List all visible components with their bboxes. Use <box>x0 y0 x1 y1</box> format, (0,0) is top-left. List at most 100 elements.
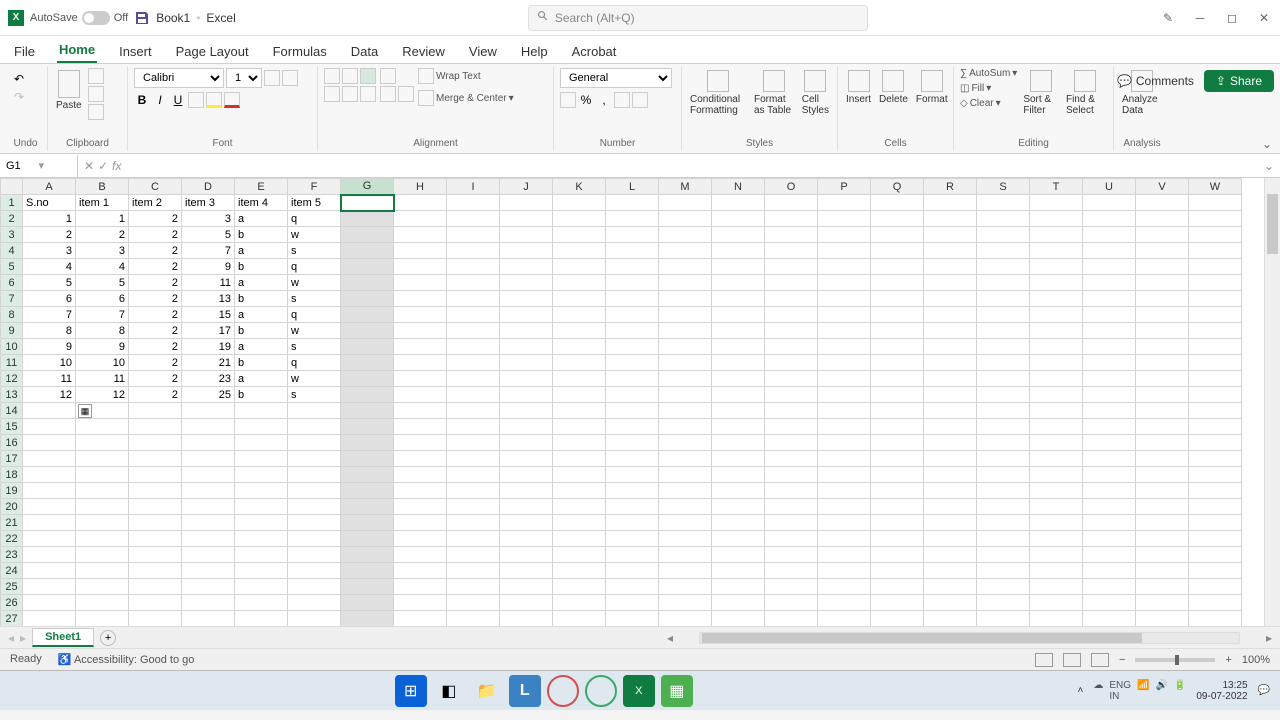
cell[interactable] <box>871 531 924 547</box>
cell[interactable] <box>871 563 924 579</box>
cell[interactable] <box>182 435 235 451</box>
cell[interactable]: q <box>288 355 341 371</box>
cell[interactable] <box>871 419 924 435</box>
cell[interactable] <box>1030 467 1083 483</box>
cell[interactable] <box>1083 371 1136 387</box>
cell[interactable] <box>659 195 712 211</box>
cell[interactable] <box>341 371 394 387</box>
normal-view-button[interactable] <box>1035 653 1053 667</box>
cell[interactable] <box>1189 211 1242 227</box>
cell[interactable] <box>818 227 871 243</box>
cell[interactable] <box>447 275 500 291</box>
cell[interactable] <box>500 403 553 419</box>
enter-formula-icon[interactable]: ✓ <box>98 159 108 173</box>
cell[interactable] <box>818 371 871 387</box>
row-header[interactable]: 25 <box>1 579 23 595</box>
cell[interactable]: 2 <box>129 275 182 291</box>
cell[interactable]: 4 <box>23 259 76 275</box>
cell[interactable] <box>553 595 606 611</box>
cell[interactable] <box>394 515 447 531</box>
cell[interactable] <box>924 371 977 387</box>
cell[interactable] <box>659 531 712 547</box>
cell[interactable]: 13 <box>182 291 235 307</box>
cell[interactable] <box>1136 323 1189 339</box>
cell[interactable] <box>394 243 447 259</box>
cell[interactable]: 2 <box>76 227 129 243</box>
cell[interactable] <box>235 531 288 547</box>
sheet-nav-next-icon[interactable]: ▸ <box>20 631 26 645</box>
cell[interactable] <box>1083 323 1136 339</box>
cell[interactable] <box>871 195 924 211</box>
wifi-icon[interactable]: 📶 <box>1137 680 1149 702</box>
cell[interactable] <box>553 563 606 579</box>
cell[interactable] <box>341 403 394 419</box>
cell[interactable] <box>76 595 129 611</box>
column-header[interactable]: I <box>447 179 500 195</box>
cell[interactable] <box>871 243 924 259</box>
cell[interactable] <box>765 371 818 387</box>
cell[interactable]: b <box>235 387 288 403</box>
cell[interactable] <box>977 259 1030 275</box>
cell[interactable] <box>765 259 818 275</box>
cell[interactable] <box>818 339 871 355</box>
cell[interactable] <box>129 467 182 483</box>
cell[interactable] <box>977 531 1030 547</box>
find-select-button[interactable]: Find & Select <box>1064 68 1107 118</box>
align-center-icon[interactable] <box>342 86 358 102</box>
cell[interactable]: s <box>288 291 341 307</box>
column-header[interactable]: O <box>765 179 818 195</box>
cell[interactable] <box>1030 435 1083 451</box>
font-name-select[interactable]: Calibri <box>134 68 224 88</box>
cell[interactable] <box>394 227 447 243</box>
cell[interactable] <box>1030 307 1083 323</box>
cell[interactable] <box>447 451 500 467</box>
cell[interactable] <box>977 387 1030 403</box>
cell[interactable]: 10 <box>23 355 76 371</box>
cell[interactable] <box>977 339 1030 355</box>
cell[interactable] <box>1083 515 1136 531</box>
cell[interactable] <box>341 243 394 259</box>
cell[interactable]: a <box>235 371 288 387</box>
cell[interactable] <box>76 483 129 499</box>
clock[interactable]: 13:25 09-07-2022 <box>1196 680 1247 702</box>
cell[interactable] <box>1030 595 1083 611</box>
cell[interactable] <box>871 227 924 243</box>
cell[interactable] <box>1083 563 1136 579</box>
cell[interactable] <box>500 195 553 211</box>
cell[interactable] <box>606 467 659 483</box>
cell[interactable] <box>341 355 394 371</box>
cell[interactable] <box>76 499 129 515</box>
row-header[interactable]: 19 <box>1 483 23 499</box>
cell[interactable] <box>765 275 818 291</box>
cell[interactable] <box>1189 275 1242 291</box>
cell[interactable] <box>235 419 288 435</box>
row-header[interactable]: 11 <box>1 355 23 371</box>
cell[interactable] <box>447 211 500 227</box>
cell[interactable] <box>1136 483 1189 499</box>
cell[interactable] <box>659 547 712 563</box>
cell[interactable] <box>871 307 924 323</box>
cell[interactable] <box>765 403 818 419</box>
cell[interactable] <box>924 451 977 467</box>
cell[interactable] <box>394 499 447 515</box>
cell[interactable]: 5 <box>76 275 129 291</box>
cell[interactable]: 19 <box>182 339 235 355</box>
zoom-slider[interactable] <box>1135 658 1215 662</box>
cell[interactable] <box>1083 243 1136 259</box>
app-icon-1[interactable]: L <box>509 675 541 707</box>
sheet-nav-prev-icon[interactable]: ◂ <box>8 631 14 645</box>
cell[interactable]: 11 <box>76 371 129 387</box>
cell[interactable] <box>765 387 818 403</box>
cell[interactable]: w <box>288 275 341 291</box>
cell[interactable] <box>500 243 553 259</box>
cell[interactable] <box>1189 259 1242 275</box>
cell[interactable] <box>341 419 394 435</box>
cell[interactable] <box>1189 195 1242 211</box>
cell[interactable]: 3 <box>23 243 76 259</box>
increase-decimal-icon[interactable] <box>614 92 630 108</box>
cell[interactable] <box>394 259 447 275</box>
collapse-ribbon-icon[interactable]: ⌄ <box>1262 137 1276 151</box>
cell[interactable] <box>977 483 1030 499</box>
cell[interactable] <box>1136 403 1189 419</box>
cell[interactable] <box>924 339 977 355</box>
